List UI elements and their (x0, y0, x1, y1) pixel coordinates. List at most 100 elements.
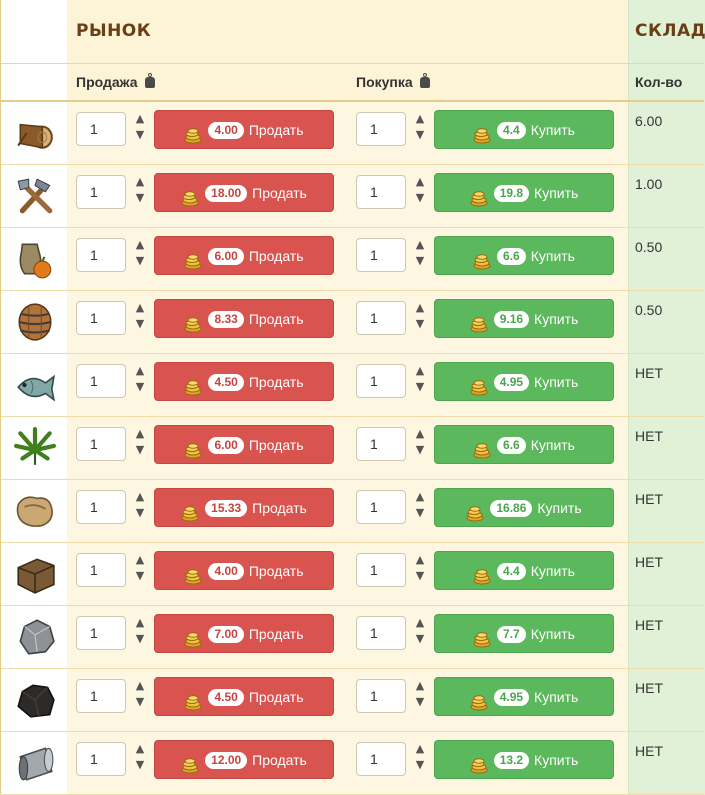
chevron-down-icon[interactable]: ▼ (413, 253, 427, 269)
buy-qty-stepper[interactable]: ▲ ▼ (413, 552, 427, 588)
chevron-up-icon[interactable]: ▲ (413, 174, 427, 190)
chevron-up-icon[interactable]: ▲ (133, 300, 147, 316)
buy-qty-stepper[interactable]: ▲ ▼ (413, 237, 427, 273)
chevron-up-icon[interactable]: ▲ (413, 363, 427, 379)
buy-qty-stepper[interactable]: ▲ ▼ (413, 489, 427, 525)
chevron-down-icon[interactable]: ▼ (413, 568, 427, 584)
sell-qty-stepper[interactable]: ▲ ▼ (133, 426, 147, 462)
chevron-down-icon[interactable]: ▼ (133, 505, 147, 521)
buy-qty-stepper[interactable]: ▲ ▼ (413, 741, 427, 777)
buy-button[interactable]: 7.7 Купить (434, 614, 614, 653)
sell-qty-stepper[interactable]: ▲ ▼ (133, 615, 147, 651)
buy-qty-stepper[interactable]: ▲ ▼ (413, 111, 427, 147)
sell-qty-stepper[interactable]: ▲ ▼ (133, 300, 147, 336)
sell-qty-input[interactable]: 1 (76, 301, 126, 335)
sell-qty-input[interactable]: 1 (76, 238, 126, 272)
buy-qty-input[interactable]: 1 (356, 616, 406, 650)
sell-qty-input[interactable]: 1 (76, 616, 126, 650)
buy-qty-input[interactable]: 1 (356, 175, 406, 209)
sell-button[interactable]: 4.50 Продать (154, 677, 334, 716)
buy-button[interactable]: 6.6 Купить (434, 425, 614, 464)
sell-button[interactable]: 12.00 Продать (154, 740, 334, 779)
chevron-down-icon[interactable]: ▼ (413, 757, 427, 773)
chevron-up-icon[interactable]: ▲ (133, 174, 147, 190)
chevron-down-icon[interactable]: ▼ (413, 379, 427, 395)
sell-button[interactable]: 15.33 Продать (154, 488, 334, 527)
chevron-up-icon[interactable]: ▲ (413, 552, 427, 568)
chevron-up-icon[interactable]: ▲ (413, 300, 427, 316)
buy-qty-stepper[interactable]: ▲ ▼ (413, 678, 427, 714)
buy-qty-input[interactable]: 1 (356, 427, 406, 461)
buy-qty-stepper[interactable]: ▲ ▼ (413, 363, 427, 399)
chevron-down-icon[interactable]: ▼ (413, 442, 427, 458)
buy-button[interactable]: 16.86 Купить (434, 488, 614, 527)
sell-qty-stepper[interactable]: ▲ ▼ (133, 237, 147, 273)
buy-qty-input[interactable]: 1 (356, 112, 406, 146)
sell-button[interactable]: 4.00 Продать (154, 551, 334, 590)
sell-qty-stepper[interactable]: ▲ ▼ (133, 174, 147, 210)
buy-button[interactable]: 13.2 Купить (434, 740, 614, 779)
chevron-down-icon[interactable]: ▼ (133, 127, 147, 143)
chevron-down-icon[interactable]: ▼ (413, 190, 427, 206)
buy-qty-input[interactable]: 1 (356, 301, 406, 335)
chevron-down-icon[interactable]: ▼ (133, 568, 147, 584)
buy-button[interactable]: 4.4 Купить (434, 551, 614, 590)
chevron-down-icon[interactable]: ▼ (133, 253, 147, 269)
buy-qty-stepper[interactable]: ▲ ▼ (413, 615, 427, 651)
chevron-up-icon[interactable]: ▲ (413, 741, 427, 757)
buy-button[interactable]: 19.8 Купить (434, 173, 614, 212)
chevron-up-icon[interactable]: ▲ (133, 552, 147, 568)
sell-qty-stepper[interactable]: ▲ ▼ (133, 111, 147, 147)
buy-qty-stepper[interactable]: ▲ ▼ (413, 426, 427, 462)
chevron-down-icon[interactable]: ▼ (133, 757, 147, 773)
sell-qty-stepper[interactable]: ▲ ▼ (133, 678, 147, 714)
buy-qty-input[interactable]: 1 (356, 679, 406, 713)
buy-qty-stepper[interactable]: ▲ ▼ (413, 300, 427, 336)
sell-qty-input[interactable]: 1 (76, 427, 126, 461)
sell-qty-stepper[interactable]: ▲ ▼ (133, 552, 147, 588)
sell-qty-stepper[interactable]: ▲ ▼ (133, 489, 147, 525)
chevron-down-icon[interactable]: ▼ (413, 127, 427, 143)
sell-qty-stepper[interactable]: ▲ ▼ (133, 741, 147, 777)
buy-qty-input[interactable]: 1 (356, 490, 406, 524)
chevron-down-icon[interactable]: ▼ (133, 631, 147, 647)
chevron-up-icon[interactable]: ▲ (133, 741, 147, 757)
chevron-up-icon[interactable]: ▲ (413, 615, 427, 631)
chevron-up-icon[interactable]: ▲ (133, 237, 147, 253)
sell-qty-input[interactable]: 1 (76, 553, 126, 587)
buy-button[interactable]: 6.6 Купить (434, 236, 614, 275)
sell-qty-input[interactable]: 1 (76, 742, 126, 776)
chevron-up-icon[interactable]: ▲ (133, 363, 147, 379)
sell-button[interactable]: 4.00 Продать (154, 110, 334, 149)
chevron-down-icon[interactable]: ▼ (413, 505, 427, 521)
chevron-up-icon[interactable]: ▲ (413, 237, 427, 253)
chevron-up-icon[interactable]: ▲ (133, 489, 147, 505)
sell-button[interactable]: 6.00 Продать (154, 425, 334, 464)
chevron-up-icon[interactable]: ▲ (413, 678, 427, 694)
chevron-up-icon[interactable]: ▲ (133, 426, 147, 442)
buy-qty-input[interactable]: 1 (356, 553, 406, 587)
sell-button[interactable]: 6.00 Продать (154, 236, 334, 275)
chevron-down-icon[interactable]: ▼ (133, 694, 147, 710)
sell-qty-input[interactable]: 1 (76, 679, 126, 713)
sell-button[interactable]: 18.00 Продать (154, 173, 334, 212)
chevron-up-icon[interactable]: ▲ (133, 678, 147, 694)
buy-qty-stepper[interactable]: ▲ ▼ (413, 174, 427, 210)
sell-qty-input[interactable]: 1 (76, 364, 126, 398)
chevron-down-icon[interactable]: ▼ (133, 316, 147, 332)
buy-qty-input[interactable]: 1 (356, 238, 406, 272)
sell-button[interactable]: 8.33 Продать (154, 299, 334, 338)
buy-qty-input[interactable]: 1 (356, 364, 406, 398)
chevron-down-icon[interactable]: ▼ (133, 442, 147, 458)
sell-qty-input[interactable]: 1 (76, 490, 126, 524)
chevron-up-icon[interactable]: ▲ (413, 111, 427, 127)
buy-qty-input[interactable]: 1 (356, 742, 406, 776)
buy-button[interactable]: 9.16 Купить (434, 299, 614, 338)
chevron-up-icon[interactable]: ▲ (413, 489, 427, 505)
chevron-down-icon[interactable]: ▼ (413, 631, 427, 647)
sell-qty-input[interactable]: 1 (76, 112, 126, 146)
sell-qty-input[interactable]: 1 (76, 175, 126, 209)
chevron-up-icon[interactable]: ▲ (413, 426, 427, 442)
buy-button[interactable]: 4.95 Купить (434, 677, 614, 716)
sell-button[interactable]: 7.00 Продать (154, 614, 334, 653)
